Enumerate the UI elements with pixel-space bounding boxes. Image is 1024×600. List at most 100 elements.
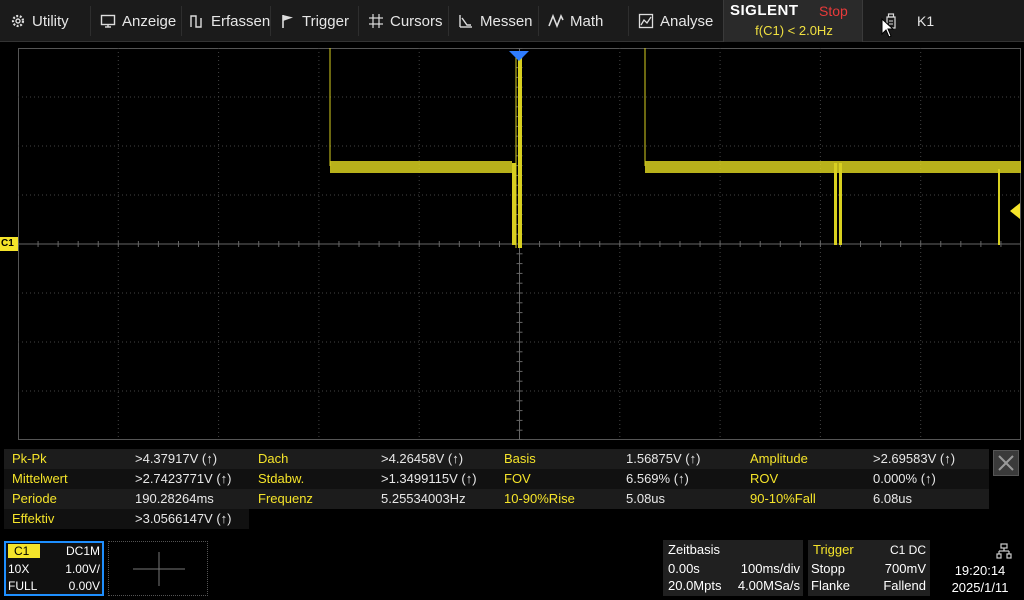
channel-1-trace [329,48,1021,248]
acquire-icon [189,13,205,29]
measurement-row: Pk-Pk >4.37917V (↑) Dach >4.26458V (↑) B… [4,449,989,469]
clock-time: 19:20:14 [954,563,1006,578]
menu-trigger[interactable]: Trigger [280,0,349,42]
measurement-value: 1.56875V (↑) [626,451,701,466]
measurement-row: Periode 190.28264ms Frequenz 5.25534003H… [4,489,989,509]
trigger-title: Trigger [813,542,854,557]
measure-icon [458,13,474,29]
clock-date: 2025/1/11 [951,580,1009,595]
menu-erfassen[interactable]: Erfassen [189,0,270,42]
menu-divider [270,6,271,36]
gear-icon [10,13,26,29]
measurement-label: 10-90%Rise [504,491,575,506]
measurement-value: 6.08us [873,491,913,506]
trigger-position-marker[interactable] [18,48,1021,68]
menu-trigger-label: Trigger [302,12,349,30]
menu-analyse-label: Analyse [660,12,714,30]
measurement-row: Mittelwert >2.7423771V (↑) Stdabw. >1.34… [4,469,989,489]
timebase-panel[interactable]: Zeitbasis 0.00s 100ms/div 20.0Mpts 4.00M… [663,540,803,596]
channel-coupling: DC1M [65,544,100,558]
menu-divider [628,6,629,36]
measurement-label: Effektiv [12,511,55,526]
menu-anzeige[interactable]: Anzeige [100,0,176,42]
menu-anzeige-label: Anzeige [122,12,177,30]
plus-icon [133,552,185,586]
timebase-scale: 100ms/div [740,561,800,576]
menu-divider [538,6,539,36]
close-icon [998,455,1014,471]
display-icon [100,13,116,29]
menu-math[interactable]: Math [548,0,603,42]
measurement-label: Periode [12,491,57,506]
menu-utility[interactable]: Utility [10,0,69,42]
trace-glitch [834,163,837,245]
trigger-slope: Fallend [883,578,926,593]
menu-erfassen-label: Erfassen [211,12,271,30]
measurement-value: 0.000% (↑) [873,471,936,486]
channel-bandwidth: FULL [8,579,38,593]
timebase-memory: 20.0Mpts [668,578,722,593]
menu-divider [90,6,91,36]
k1-label: K1 [917,13,935,29]
cursor-cross-icon [368,13,384,29]
frequency-warning: f(C1) < 2.0Hz [755,23,833,38]
measurement-value: 6.569% (↑) [626,471,689,486]
add-channel-panel[interactable] [108,541,208,596]
channel-offset: 0.00V [68,579,100,593]
top-menu-bar: Utility Anzeige Erfassen Trigger Cursors… [0,0,1024,42]
trace-glitch [998,169,1000,245]
measurement-value: 5.25534003Hz [381,491,466,506]
measurement-label: ROV [750,471,779,486]
channel-scale: 1.00V/ [65,562,100,576]
trace-pulse [512,163,516,245]
measurement-value: 5.08us [626,491,666,506]
menu-divider [358,6,359,36]
channel-1-badge: C1 [8,544,40,558]
menu-cursors-label: Cursors [390,12,443,30]
measurement-label: Dach [258,451,289,466]
measurement-label: Mittelwert [12,471,68,486]
menu-analyse[interactable]: Analyse [638,0,713,42]
measurement-value: >4.37917V (↑) [135,451,218,466]
channel-1-panel[interactable]: C1 DC1M 10X 1.00V/ FULL 0.00V [4,541,104,596]
menu-utility-label: Utility [32,12,69,30]
trigger-level-marker[interactable] [1010,203,1020,219]
measurement-value: >2.69583V (↑) [873,451,956,466]
menu-math-label: Math [570,12,604,30]
measurement-label: Basis [504,451,536,466]
trace-pulse [518,52,522,248]
waveform-display[interactable] [18,48,1021,440]
trigger-source: C1 DC [889,543,926,557]
trigger-level: 700mV [884,561,926,576]
timebase-title: Zeitbasis [668,542,721,557]
acquisition-status[interactable]: SIGLENT Stop f(C1) < 2.0Hz [723,0,863,42]
network-icon[interactable] [996,543,1012,559]
menu-cursors[interactable]: Cursors [368,0,443,42]
math-icon [548,13,564,29]
measurement-value: >2.7423771V (↑) [135,471,232,486]
measurement-value: >1.3499115V (↑) [381,471,477,486]
mouse-pointer-icon [881,18,895,38]
measurement-label: FOV [504,471,531,486]
measurement-label: Stdabw. [258,471,305,486]
run-state: Stop [819,3,848,19]
trigger-mode: Stopp [811,561,845,576]
channel-1-offset-marker[interactable]: C1 [0,237,18,251]
timebase-sample-rate: 4.00MSa/s [737,578,800,593]
measurement-label: Frequenz [258,491,313,506]
measurement-value: 190.28264ms [135,491,214,506]
measurement-label: Pk-Pk [12,451,47,466]
measurement-value: >3.0566147V (↑) [135,511,232,526]
measurement-label: Amplitude [750,451,808,466]
trigger-type: Flanke [811,578,851,593]
channel-probe: 10X [8,562,30,576]
trace-high-segment [330,161,512,173]
menu-messen[interactable]: Messen [458,0,533,42]
close-measurements-button[interactable] [993,450,1019,476]
flag-icon [280,13,296,29]
measurement-label: 90-10%Fall [750,491,816,506]
measurement-value: >4.26458V (↑) [381,451,464,466]
menu-divider [181,6,182,36]
menu-divider [448,6,449,36]
trigger-panel[interactable]: Trigger C1 DC Stopp 700mV Flanke Fallend [808,540,930,596]
